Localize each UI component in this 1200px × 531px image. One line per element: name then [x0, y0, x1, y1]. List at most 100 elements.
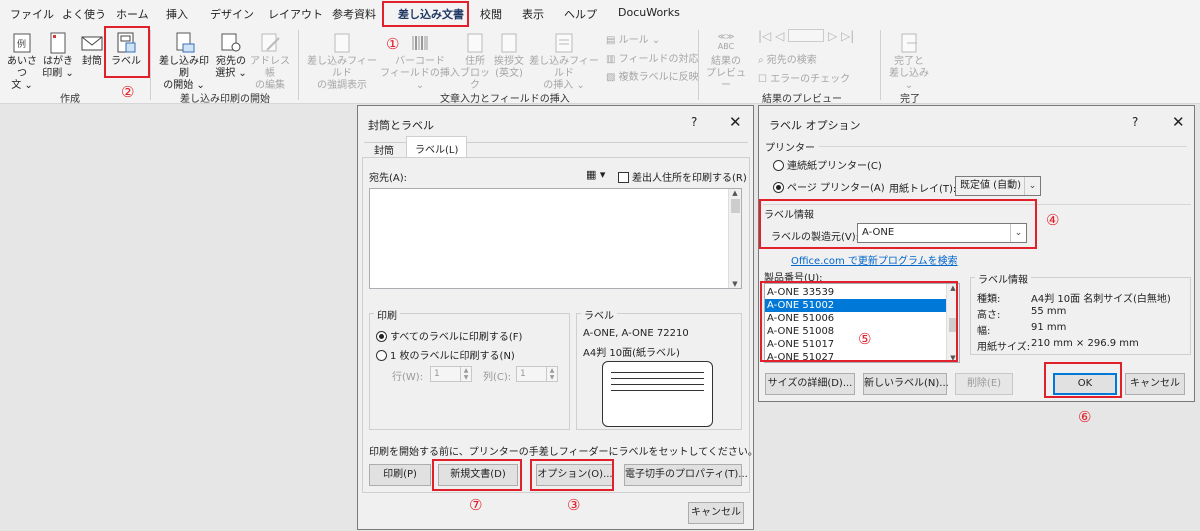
greeting-line-icon — [501, 33, 517, 53]
group-preview: 結果のプレビュー — [762, 94, 842, 105]
details-button[interactable]: サイズの詳細(D)... — [765, 373, 855, 395]
label-preview-group[interactable]: ラベル A-ONE, A-ONE 72210 A4判 10面(紙ラベル) — [576, 307, 742, 430]
tab-5[interactable]: レイアウト — [268, 6, 323, 22]
info-width-value: 91 mm — [1031, 322, 1067, 333]
tray-label: 用紙トレイ(T): — [889, 184, 957, 195]
group-finish: 完了 — [900, 94, 920, 105]
barcode-icon — [412, 36, 428, 50]
row-spinner[interactable]: 1 ▲ ▼ — [430, 366, 472, 382]
full-page-radio[interactable]: すべてのラベルに印刷する(F) — [376, 328, 522, 343]
match-fields-button[interactable]: ▥ フィールドの対応 — [606, 50, 698, 65]
highlight-options — [530, 459, 614, 491]
help-button[interactable]: ? — [691, 115, 697, 129]
greeting-line-button[interactable]: 挨拶文 (英文) — [492, 32, 526, 80]
help-button[interactable]: ? — [1132, 115, 1138, 129]
label-information-group: ラベル情報 種類: A4判 10面 名刺サイズ(白無地) 高さ: 55 mm 幅… — [970, 271, 1191, 355]
marker-1: ① — [386, 35, 400, 53]
dialog-title: ラベル オプション — [769, 119, 861, 132]
record-navigation[interactable]: |◁ ◁ ▷ ▷| — [758, 29, 854, 43]
close-button[interactable]: ✕ — [729, 113, 742, 131]
edit-recipient-list-button[interactable]: アドレス帳 の編集 — [250, 32, 290, 92]
highlight-labels-button — [104, 26, 150, 78]
document-mail-icon — [176, 32, 195, 53]
tab-11[interactable]: DocuWorks — [618, 6, 680, 19]
info-height-value: 55 mm — [1031, 306, 1067, 317]
highlight-vendor — [759, 199, 1037, 249]
info-width-key: 幅: — [977, 326, 991, 337]
marker-3: ③ — [567, 496, 581, 514]
tab-1[interactable]: よく使う — [62, 6, 106, 22]
recipients-icon — [221, 33, 241, 52]
tab-envelopes[interactable]: 封筒 — [366, 140, 402, 158]
use-return-address-checkbox[interactable]: 差出人住所を印刷する(R) — [618, 169, 747, 184]
greeting-icon: 例 — [13, 33, 31, 53]
highlight-mailings-tab — [382, 1, 469, 27]
cancel-button[interactable]: キャンセル — [688, 502, 744, 524]
single-label-radio[interactable]: 1 枚のラベルに印刷する(N) — [376, 347, 515, 362]
edit-list-icon — [261, 33, 280, 52]
label-vendor-text: A-ONE, A-ONE 72210 — [583, 328, 689, 339]
marker-2: ② — [121, 83, 135, 101]
print-button[interactable]: 印刷(P) — [369, 464, 431, 486]
select-recipients-button[interactable]: 宛先の 選択 ⌄ — [214, 32, 248, 80]
tray-select[interactable]: 既定値 (自動) ⌄ — [955, 176, 1041, 196]
col-label: 列(C): — [483, 372, 512, 383]
finish-merge-icon — [901, 33, 917, 53]
update-link[interactable]: Office.com で更新プログラムを検索 — [791, 252, 958, 267]
print-group: 印刷 すべてのラベルに印刷する(F) 1 枚のラベルに印刷する(N) 行(W):… — [369, 307, 570, 430]
label-description-text: A4判 10面(紙ラベル) — [583, 348, 680, 359]
marker-4: ④ — [1046, 211, 1060, 229]
delete-button[interactable]: 削除(E) — [955, 373, 1013, 395]
envelope-icon — [81, 36, 103, 51]
row-label: 行(W): — [392, 372, 424, 383]
new-label-button[interactable]: 新しいラベル(N)... — [863, 373, 949, 395]
tab-3[interactable]: 挿入 — [166, 6, 188, 22]
group-create: 作成 — [60, 94, 80, 105]
start-mail-merge-button[interactable]: 差し込み印刷 の開始 ⌄ — [156, 32, 212, 92]
tab-10[interactable]: ヘルプ — [564, 6, 597, 22]
tab-labels[interactable]: ラベル(L) — [406, 136, 468, 158]
info-page-key: 用紙サイズ: — [977, 342, 1031, 353]
cancel-button[interactable]: キャンセル — [1125, 373, 1185, 395]
tab-2[interactable]: ホーム — [116, 6, 149, 22]
tab-0[interactable]: ファイル — [10, 6, 54, 22]
greeting-card-button[interactable]: 例 あいさつ 文 ⌄ — [6, 32, 38, 92]
address-scrollbar[interactable]: ▲ ▼ — [728, 189, 741, 288]
marker-7: ⑦ — [469, 496, 483, 514]
group-fields: 文章入力とフィールドの挿入 — [440, 94, 570, 105]
check-errors-button[interactable]: ☐ エラーのチェック — [758, 70, 850, 85]
label-preview-image — [602, 361, 713, 427]
preview-results-button[interactable]: ≪≫ ABC 結果の プレビュー — [704, 32, 748, 92]
page-printer-radio[interactable]: ページ プリンター(A) — [773, 179, 885, 194]
address-label: 宛先(A): — [369, 173, 408, 184]
info-type-key: 種類: — [977, 294, 1001, 305]
tab-8[interactable]: 校閲 — [480, 6, 502, 22]
address-textarea[interactable]: ▲ ▼ — [369, 188, 742, 289]
feeder-note: 印刷を開始する前に、プリンターの手差しフィーダーにラベルをセットしてください。 — [369, 447, 758, 458]
info-type-value: A4判 10面 名刺サイズ(白無地) — [1031, 294, 1171, 305]
highlight-fields-button[interactable]: 差し込みフィールド の強調表示 — [304, 32, 380, 92]
address-block-icon — [467, 33, 483, 53]
epostage-properties-button[interactable]: 電子切手のプロパティ(T)... — [624, 464, 748, 486]
group-start-merge: 差し込み印刷の開始 — [180, 94, 270, 105]
address-block-button[interactable]: 住所 ブロック — [458, 32, 492, 92]
insert-merge-field-button[interactable]: 差し込みフィールド の挿入 ⌄ — [526, 32, 602, 92]
highlight-new-document — [432, 459, 522, 491]
tab-6[interactable]: 参考資料 — [332, 6, 376, 22]
tab-9[interactable]: 表示 — [522, 6, 544, 22]
svg-text:例: 例 — [17, 38, 26, 50]
col-spinner[interactable]: 1 ▲ ▼ — [516, 366, 558, 382]
update-labels-button[interactable]: ▧ 複数ラベルに反映 — [606, 68, 699, 83]
insert-field-icon — [555, 33, 573, 53]
tab-4[interactable]: デザイン — [210, 6, 254, 22]
find-recipient-button[interactable]: ⌕ 宛先の検索 — [758, 51, 817, 66]
finish-merge-button[interactable]: 完了と 差し込み ⌄ — [884, 32, 934, 92]
continuous-feed-radio[interactable]: 連続紙プリンター(C) — [773, 157, 882, 172]
close-button[interactable]: ✕ — [1172, 113, 1185, 131]
postcard-print-button[interactable]: はがき 印刷 ⌄ — [42, 32, 74, 80]
envelope-button[interactable]: 封筒 — [78, 32, 106, 68]
address-book-icon[interactable]: ▦ ▾ — [586, 168, 605, 181]
postcard-icon — [50, 32, 66, 54]
info-page-value: 210 mm × 296.9 mm — [1031, 338, 1139, 349]
rules-button[interactable]: ▤ ルール ⌄ — [606, 31, 660, 46]
